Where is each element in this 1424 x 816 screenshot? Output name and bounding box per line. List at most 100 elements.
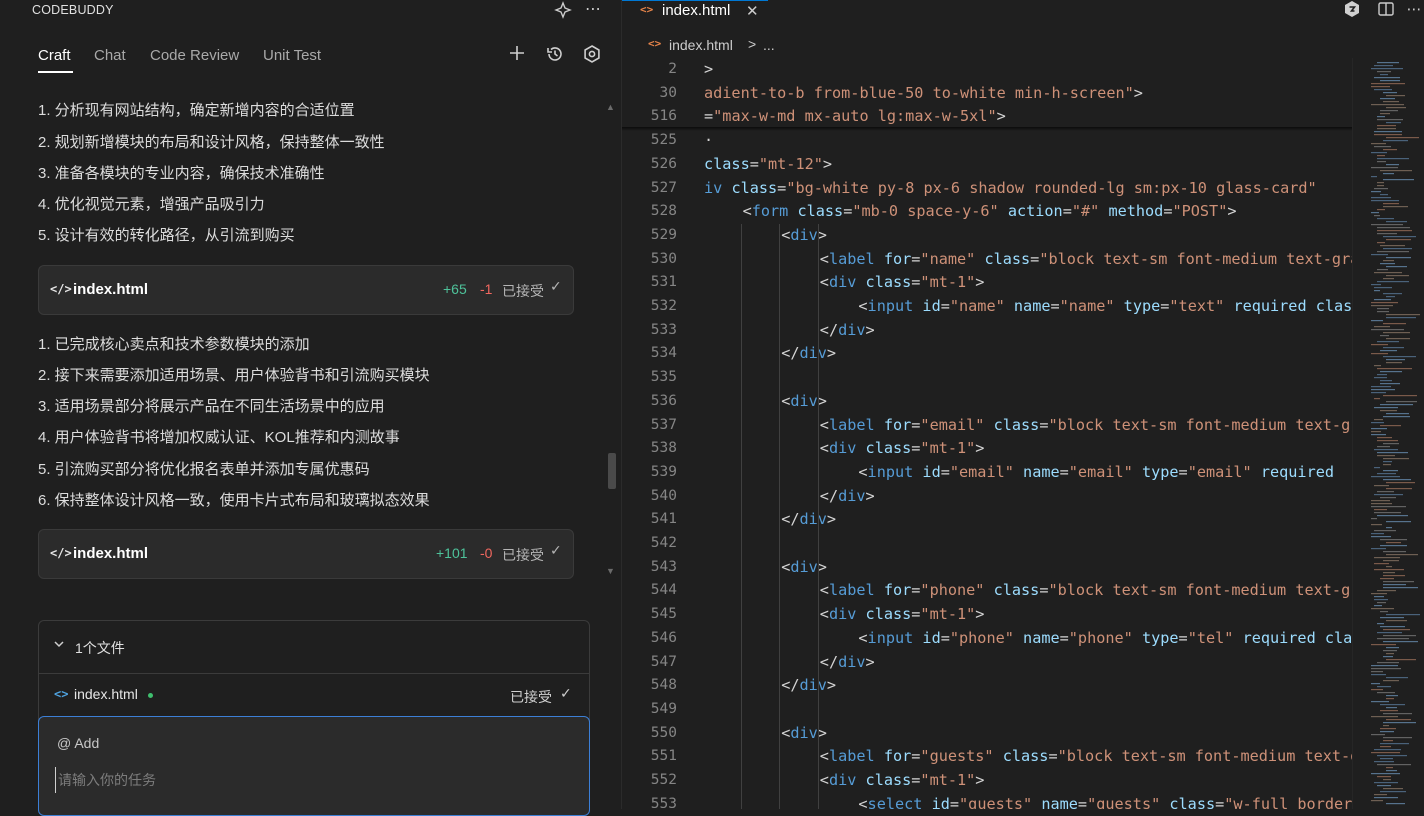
minimap-line xyxy=(1374,299,1391,301)
file-change-card[interactable]: </> index.html +65 -1 已接受 ✓ xyxy=(38,265,574,315)
code-line[interactable]: 553 <select id="guests" name="guests" cla… xyxy=(622,793,1352,809)
tab-code-review[interactable]: Code Review xyxy=(150,44,239,68)
code-line[interactable]: 532 <input id="name" name="name" type="te… xyxy=(622,295,1352,318)
more-options-icon[interactable]: ⋯ xyxy=(583,1,603,21)
breadcrumb-more[interactable]: ... xyxy=(763,37,775,53)
history-icon[interactable] xyxy=(544,44,566,66)
minimap-line xyxy=(1371,500,1390,502)
code-line[interactable]: 540 </div> xyxy=(622,485,1352,508)
code-line[interactable]: 516 ="max-w-md mx-auto lg:max-w-5xl"> xyxy=(622,105,1352,128)
extensions-icon[interactable] xyxy=(553,1,573,21)
tab-chat[interactable]: Chat xyxy=(94,44,126,68)
code-token: for xyxy=(883,415,912,434)
minimap-line xyxy=(1371,68,1403,70)
code-line[interactable]: 528 <form class="mb-0 space-y-6" action="… xyxy=(622,200,1352,223)
plan-step: 1. 分析现有网站结构，确定新增内容的合适位置 xyxy=(38,102,355,119)
minimap-line xyxy=(1386,122,1401,124)
code-line[interactable]: 547 </div> xyxy=(622,651,1352,674)
code-line[interactable]: 533 </div> xyxy=(622,319,1352,342)
minimap-line xyxy=(1377,233,1397,235)
code-line[interactable]: 550 <div> xyxy=(622,722,1352,745)
code-line[interactable]: 538 <div class="mt-1"> xyxy=(622,437,1352,460)
minimap-line xyxy=(1371,536,1391,538)
minimap-line xyxy=(1377,185,1384,187)
code-line[interactable]: 525 · xyxy=(622,129,1352,152)
line-number: 541 xyxy=(650,511,677,528)
scroll-up-icon[interactable]: ▲ xyxy=(606,102,615,112)
code-token: input xyxy=(867,628,914,647)
minimap-line xyxy=(1383,641,1418,643)
new-chat-icon[interactable] xyxy=(506,44,528,66)
scrollbar-thumb[interactable] xyxy=(608,453,616,489)
line-number: 547 xyxy=(650,653,677,670)
code-line[interactable]: 544 <label for="phone" class="block text-… xyxy=(622,579,1352,602)
code-line[interactable]: 549 xyxy=(622,698,1352,721)
code-line[interactable]: 534 </div> xyxy=(622,342,1352,365)
minimap[interactable] xyxy=(1352,58,1424,809)
code-line[interactable]: 539 <input id="email" name="email" type="… xyxy=(622,461,1352,484)
minimap-line xyxy=(1374,797,1398,799)
code-line[interactable]: 536 <div> xyxy=(622,390,1352,413)
code-line[interactable]: 529 <div> xyxy=(622,224,1352,247)
minimap-line xyxy=(1371,191,1381,193)
code-line[interactable]: 535 xyxy=(622,366,1352,389)
task-input[interactable] xyxy=(55,767,560,793)
chevron-down-icon[interactable] xyxy=(53,638,65,653)
minimap-line xyxy=(1386,527,1392,529)
minimap-line xyxy=(1380,791,1406,793)
minimap-line xyxy=(1383,206,1408,208)
code-line[interactable]: 541 </div> xyxy=(622,508,1352,531)
code-token: div xyxy=(790,723,818,742)
minimap-line xyxy=(1380,425,1401,427)
tab-unit-test[interactable]: Unit Test xyxy=(263,44,321,68)
minimap-line xyxy=(1377,638,1409,640)
line-source: iv class="bg-white py-8 px-6 shadow roun… xyxy=(704,177,1317,200)
code-line[interactable]: 527 iv class="bg-white py-8 px-6 shadow r… xyxy=(622,177,1352,200)
code-line[interactable]: 548 </div> xyxy=(622,674,1352,697)
more-actions-icon[interactable]: ⋯ xyxy=(1404,0,1424,20)
breadcrumb-file[interactable]: index.html xyxy=(669,37,733,53)
minimap-line xyxy=(1380,617,1404,619)
code-editor[interactable]: 2 >30 adient-to-b from-blue-50 to-white mi… xyxy=(622,58,1352,809)
changed-files-header[interactable]: 1个文件 xyxy=(39,621,589,674)
code-line[interactable]: 530 <label for="name" class="block text-s… xyxy=(622,248,1352,271)
active-tab-indicator xyxy=(38,71,73,73)
minimap-line xyxy=(1377,281,1409,283)
minimap-line xyxy=(1383,725,1389,727)
scroll-down-icon[interactable]: ▼ xyxy=(606,566,615,576)
code-line[interactable]: 546 <input id="phone" name="phone" type="… xyxy=(622,627,1352,650)
code-line[interactable]: 551 <label for="guests" class="block text… xyxy=(622,745,1352,768)
lines-added: +65 xyxy=(443,281,467,297)
code-token: id xyxy=(931,794,950,809)
changed-file-row[interactable]: <> index.html 已接受 ✓ xyxy=(39,674,589,716)
line-source: <input id="name" name="name" type="text"… xyxy=(858,295,1352,318)
code-line[interactable]: 542 xyxy=(622,532,1352,555)
minimap-line xyxy=(1374,509,1387,511)
split-editor-icon[interactable] xyxy=(1376,0,1396,20)
code-line[interactable]: 537 <label for="email" class="block text-… xyxy=(622,414,1352,437)
code-line[interactable]: 2 > xyxy=(622,58,1352,81)
code-line[interactable]: 545 <div class="mt-1"> xyxy=(622,603,1352,626)
minimap-line xyxy=(1386,221,1407,223)
settings-icon[interactable] xyxy=(581,44,603,66)
add-context-button[interactable]: @ Add xyxy=(57,735,99,751)
code-file-icon: <> xyxy=(54,687,69,701)
code-line[interactable]: 526 class="mt-12"> xyxy=(622,153,1352,176)
minimap-line xyxy=(1386,614,1420,616)
code-line[interactable]: 30 adient-to-b from-blue-50 to-white min-… xyxy=(622,82,1352,105)
plan-step: 3. 准备各模块的专业内容，确保技术准确性 xyxy=(38,165,325,182)
code-line[interactable]: 552 <div class="mt-1"> xyxy=(622,769,1352,792)
code-line[interactable]: 543 <div> xyxy=(622,556,1352,579)
minimap-line xyxy=(1380,74,1388,76)
code-line[interactable]: 531 <div class="mt-1"> xyxy=(622,271,1352,294)
editor-tab[interactable]: <> index.html ✕ xyxy=(622,0,768,22)
codebuddy-logo-icon[interactable] xyxy=(1342,0,1362,20)
minimap-line xyxy=(1380,626,1405,628)
tab-craft[interactable]: Craft xyxy=(38,44,71,68)
minimap-line xyxy=(1386,359,1405,361)
minimap-line xyxy=(1383,479,1411,481)
file-change-card[interactable]: </> index.html +101 -0 已接受 ✓ xyxy=(38,529,574,579)
close-icon[interactable]: ✕ xyxy=(746,2,759,20)
plan-step: 1. 已完成核心卖点和技术参数模块的添加 xyxy=(38,336,310,353)
